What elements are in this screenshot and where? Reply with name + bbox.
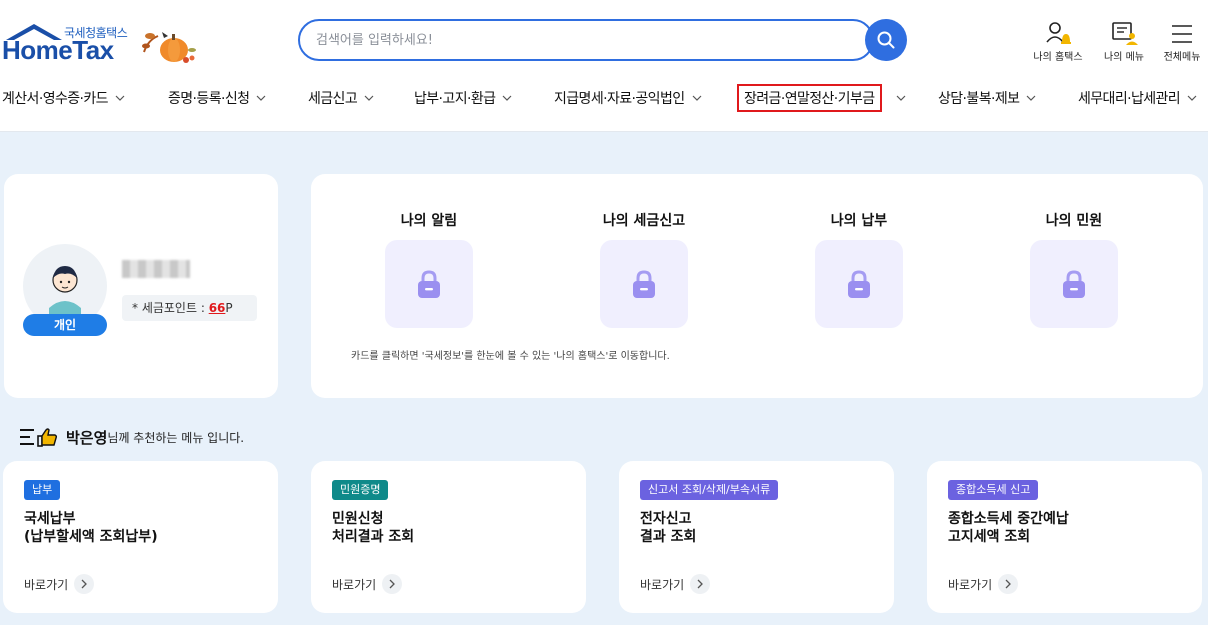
gnb-label: 증명·등록·신청 [168, 91, 250, 107]
tax-points-label: * 세금포인트 : [132, 301, 209, 315]
title-line: 민원신청 [332, 511, 384, 527]
chevron-down-icon [364, 95, 374, 101]
user-bell-icon [1046, 22, 1071, 44]
chevron-right-icon [1005, 579, 1012, 589]
gnb-item-statement[interactable]: 지급명세·자료·공익법인 [554, 88, 702, 108]
recommend-text: 님께 추천하는 메뉴 입니다. [107, 430, 245, 445]
user-name-masked [122, 260, 190, 278]
category-badge: 민원증명 [332, 480, 389, 500]
hamburger-icon [1172, 25, 1192, 43]
lock-icon [1063, 270, 1085, 298]
pumpkin-decoration-icon [142, 32, 196, 63]
chevron-right-icon [697, 579, 704, 589]
tax-points-value[interactable]: 66 [209, 301, 226, 315]
tax-points-unit: P [225, 301, 233, 315]
gnb-item-invoice[interactable]: 계산서·영수증·카드 [2, 88, 125, 108]
my-cards-note: 카드를 클릭하면 '국세정보'를 한눈에 볼 수 있는 '나의 홈택스'로 이동… [351, 351, 670, 362]
go-link[interactable]: 바로가기 [24, 574, 95, 594]
card-my-civil[interactable]: 나의 민원 [1014, 210, 1134, 328]
card-my-tax-report[interactable]: 나의 세금신고 [584, 210, 704, 328]
gnb-item-incentive[interactable]: 장려금·연말정산·기부금 [737, 84, 882, 112]
tax-points: * 세금포인트 : 66P [122, 295, 257, 321]
chevron-down-icon [1187, 95, 1197, 101]
gnb-label: 납부·고지·환급 [414, 91, 496, 107]
go-link[interactable]: 바로가기 [640, 574, 711, 594]
go-label: 바로가기 [948, 577, 993, 592]
card-title: 나의 알림 [400, 213, 458, 229]
hometax-logo[interactable]: 국세청홈택스 HomeTax [2, 18, 202, 68]
title-line: 국세납부 [24, 511, 76, 527]
title-line: 전자신고 [640, 511, 692, 527]
chevron-down-icon [502, 95, 512, 101]
recommend-card-title: 전자신고 결과 조회 [640, 510, 696, 546]
recommend-thumbs-icon [20, 428, 58, 447]
search-button[interactable] [865, 19, 907, 61]
gnb-label: 세금신고 [308, 91, 358, 107]
lock-icon [418, 270, 440, 298]
card-my-payment[interactable]: 나의 납부 [799, 210, 919, 328]
all-menu-label: 전체메뉴 [1163, 52, 1201, 63]
title-line: 고지세액 조회 [948, 529, 1031, 545]
user-type-badge: 개인 [23, 314, 107, 336]
my-hometax-button[interactable]: 나의 홈택스 [1028, 18, 1088, 63]
go-label: 바로가기 [640, 577, 685, 592]
title-line: 종합소득세 중간예납 [948, 511, 1069, 527]
recommend-card-title: 국세납부 (납부할세액 조회납부) [24, 510, 158, 546]
my-menu-label: 나의 메뉴 [1104, 52, 1144, 63]
my-hometax-cards: 나의 알림 나의 세금신고 나의 납부 나의 민원 카드를 클릭하면 '국세정보… [311, 174, 1203, 398]
global-nav: 계산서·영수증·카드 증명·등록·신청 세금신고 납부·고지·환급 지급명세·자… [0, 82, 1208, 116]
recommend-card[interactable]: 종합소득세 신고 종합소득세 중간예납 고지세액 조회 바로가기 [927, 461, 1202, 613]
go-label: 바로가기 [332, 577, 377, 592]
chevron-down-icon [256, 95, 266, 101]
card-title: 나의 민원 [1045, 213, 1103, 229]
category-badge: 종합소득세 신고 [948, 480, 1039, 500]
gnb-label: 장려금·연말정산·기부금 [744, 91, 875, 107]
gnb-item-agent[interactable]: 세무대리·납세관리 [1078, 88, 1197, 108]
gnb-item-tax-report[interactable]: 세금신고 [308, 88, 374, 108]
all-menu-button[interactable]: 전체메뉴 [1152, 18, 1208, 63]
card-title: 나의 납부 [830, 213, 888, 229]
go-label: 바로가기 [24, 577, 69, 592]
gnb-item-consult[interactable]: 상담·불복·제보 [938, 88, 1036, 108]
gnb-label: 상담·불복·제보 [938, 91, 1020, 107]
gnb-label: 지급명세·자료·공익법인 [554, 91, 685, 107]
gnb-label: 계산서·영수증·카드 [2, 91, 109, 107]
card-my-alerts[interactable]: 나의 알림 [369, 210, 489, 328]
chevron-down-icon [115, 95, 125, 101]
lock-icon [633, 270, 655, 298]
title-line: 결과 조회 [640, 529, 697, 545]
gnb-label: 세무대리·납세관리 [1078, 91, 1181, 107]
chevron-right-icon [81, 579, 88, 589]
gnb-item-payment[interactable]: 납부·고지·환급 [414, 88, 512, 108]
menu-user-icon [1112, 22, 1138, 45]
search-box [298, 19, 874, 61]
gnb-item-certificate[interactable]: 증명·등록·신청 [168, 88, 266, 108]
my-hometax-label: 나의 홈택스 [1033, 52, 1083, 63]
chevron-right-icon [389, 579, 396, 589]
category-badge: 신고서 조회/삭제/부속서류 [640, 480, 779, 500]
search-icon [877, 31, 895, 49]
go-link[interactable]: 바로가기 [332, 574, 403, 594]
title-line: (납부할세액 조회납부) [24, 529, 158, 545]
chevron-down-icon [896, 95, 906, 101]
site-header: 국세청홈택스 HomeTax 검색어를 입력하세요! 나의 홈택스 나의 메뉴 … [0, 0, 1208, 132]
recommend-card[interactable]: 납부 국세납부 (납부할세액 조회납부) 바로가기 [3, 461, 278, 613]
recommend-card-title: 민원신청 처리결과 조회 [332, 510, 414, 546]
recommend-card-title: 종합소득세 중간예납 고지세액 조회 [948, 510, 1069, 546]
recommend-user-name: 박은영 [66, 428, 108, 447]
search-input[interactable] [316, 30, 856, 50]
lock-icon [848, 270, 870, 298]
logo-text: HomeTax [2, 35, 114, 65]
card-title: 나의 세금신고 [602, 213, 686, 229]
recommend-heading: 박은영 님께 추천하는 메뉴 입니다. [20, 426, 244, 448]
my-menu-button[interactable]: 나의 메뉴 [1094, 18, 1154, 63]
profile-card: 개인 * 세금포인트 : 66P [4, 174, 278, 398]
category-badge: 납부 [24, 480, 61, 500]
go-link[interactable]: 바로가기 [948, 574, 1019, 594]
title-line: 처리결과 조회 [332, 529, 415, 545]
chevron-down-icon [692, 95, 701, 101]
chevron-down-icon [1026, 95, 1036, 101]
recommend-card[interactable]: 신고서 조회/삭제/부속서류 전자신고 결과 조회 바로가기 [619, 461, 894, 613]
recommend-card[interactable]: 민원증명 민원신청 처리결과 조회 바로가기 [311, 461, 586, 613]
